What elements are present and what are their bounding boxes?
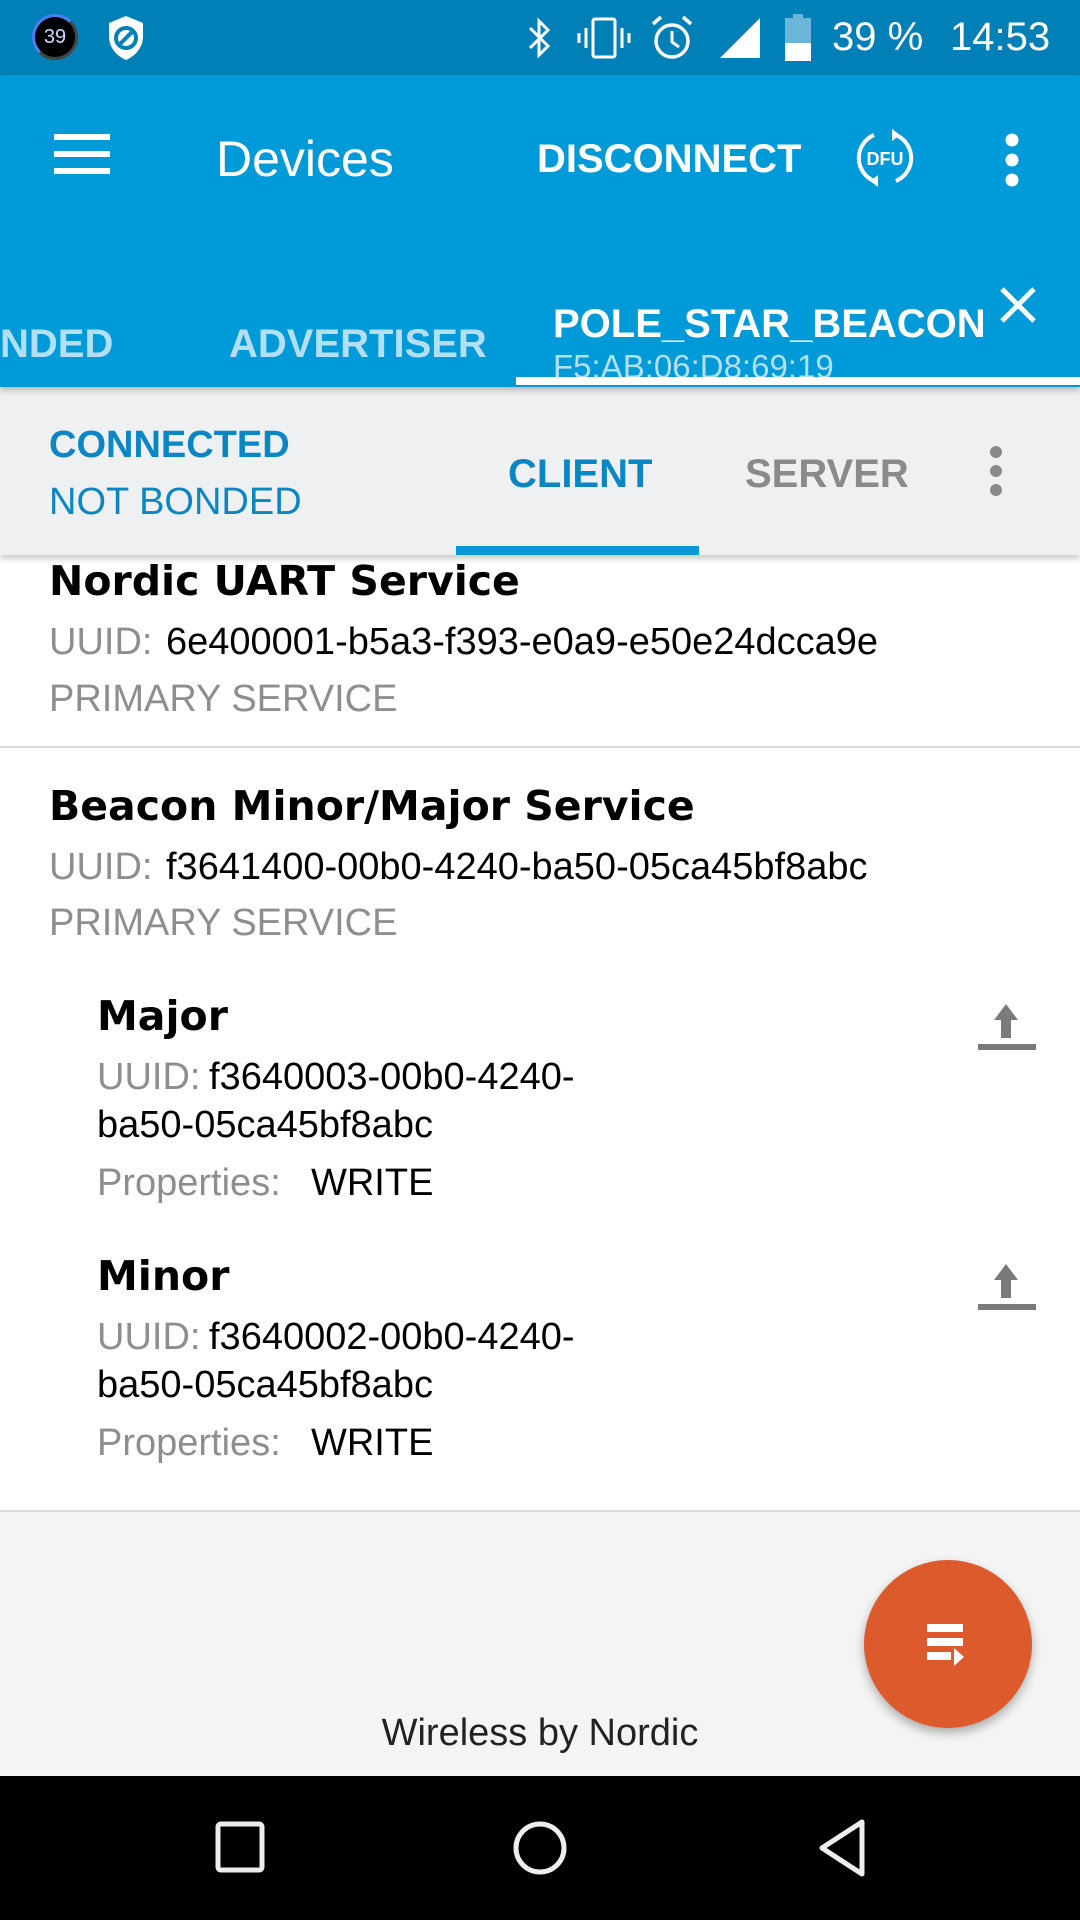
back-button[interactable] bbox=[800, 1806, 880, 1886]
more-vert-icon bbox=[1005, 133, 1019, 187]
service-uuid-label: UUID: bbox=[49, 621, 153, 663]
characteristic-properties: WRITE bbox=[311, 1162, 434, 1204]
write-value-button[interactable] bbox=[968, 1250, 1044, 1326]
characteristic-uuid-continued: ba50-05ca45bf8abc bbox=[97, 1364, 433, 1406]
services-list: Nordic UART Service UUID: 6e400001-b5a3-… bbox=[0, 555, 1080, 1510]
tab-client-label: CLIENT bbox=[508, 452, 653, 496]
connection-status: CONNECTED bbox=[49, 424, 290, 466]
app-bar: Devices DISCONNECT DFU NDED ADVERTISER P… bbox=[0, 75, 1080, 387]
dfu-button[interactable]: DFU bbox=[852, 127, 918, 189]
characteristic-properties-label: Properties: bbox=[97, 1422, 281, 1464]
characteristic-uuid: f3640002-00b0-4240- bbox=[209, 1316, 575, 1358]
vibrate-icon bbox=[577, 17, 631, 59]
selected-tab-indicator bbox=[516, 377, 1080, 385]
alarm-icon bbox=[651, 15, 693, 59]
status-bar: 39 39 % 14:53 bbox=[0, 0, 1080, 75]
service-uuid-label: UUID: bbox=[49, 846, 153, 888]
characteristic-item[interactable]: Major UUID: f3640003-00b0-4240- ba50-05c… bbox=[0, 990, 1080, 1250]
service-type: PRIMARY SERVICE bbox=[49, 678, 398, 720]
playlist-play-icon bbox=[927, 1624, 964, 1666]
recents-button[interactable] bbox=[200, 1806, 280, 1886]
write-value-button[interactable] bbox=[968, 990, 1044, 1066]
navigation-bar bbox=[0, 1776, 1080, 1920]
characteristic-uuid-continued: ba50-05ca45bf8abc bbox=[97, 1104, 433, 1146]
device-tab-advertiser[interactable]: ADVERTISER bbox=[200, 245, 500, 387]
bluetooth-icon bbox=[528, 17, 551, 59]
service-name: Nordic UART Service bbox=[49, 557, 520, 605]
disconnect-button[interactable]: DISCONNECT bbox=[537, 137, 801, 182]
service-uuid: f3641400-00b0-4240-ba50-05ca45bf8abc bbox=[166, 846, 868, 888]
tab-server[interactable]: SERVER bbox=[712, 387, 912, 555]
shield-block-icon bbox=[109, 16, 143, 60]
tab-server-label: SERVER bbox=[745, 452, 909, 496]
service-type: PRIMARY SERVICE bbox=[49, 902, 398, 944]
service-item[interactable]: Nordic UART Service UUID: 6e400001-b5a3-… bbox=[0, 555, 1080, 748]
recents-icon bbox=[215, 1821, 265, 1873]
device-tab-pole-star-beacon[interactable]: POLE_STAR_BEACON F5:AB:06:D8:69:19 bbox=[516, 245, 1080, 387]
service-item[interactable]: Beacon Minor/Major Service UUID: f364140… bbox=[0, 750, 1080, 950]
device-tab-bonded[interactable]: NDED bbox=[0, 245, 140, 387]
service-name: Beacon Minor/Major Service bbox=[49, 782, 695, 830]
battery-percent: 39 % bbox=[832, 15, 924, 59]
characteristic-uuid: f3640003-00b0-4240- bbox=[209, 1056, 575, 1098]
home-button[interactable] bbox=[500, 1806, 580, 1886]
clock: 14:53 bbox=[950, 15, 1051, 59]
notification-badge-icon: 39 bbox=[32, 14, 78, 60]
toolbar-title: Devices bbox=[216, 131, 394, 187]
dfu-icon: DFU bbox=[856, 129, 914, 187]
connection-overflow-button[interactable] bbox=[976, 442, 1016, 502]
connection-header: CONNECTED NOT BONDED CLIENT SERVER bbox=[0, 387, 1080, 555]
characteristic-name: Major bbox=[97, 992, 228, 1040]
device-tab-label: ADVERTISER bbox=[229, 322, 487, 366]
characteristic-uuid-label: UUID: bbox=[97, 1056, 201, 1098]
menu-button[interactable] bbox=[40, 125, 130, 185]
close-icon bbox=[1000, 287, 1036, 323]
characteristic-properties-label: Properties: bbox=[97, 1162, 281, 1204]
home-icon bbox=[513, 1821, 567, 1875]
client-tab-indicator bbox=[456, 546, 699, 555]
back-icon bbox=[819, 1819, 865, 1877]
close-tab-button[interactable] bbox=[978, 265, 1058, 345]
log-fab-button[interactable] bbox=[864, 1560, 1032, 1728]
characteristic-item[interactable]: Minor UUID: f3640002-00b0-4240- ba50-05c… bbox=[0, 1250, 1080, 1510]
tab-client[interactable]: CLIENT bbox=[456, 387, 699, 555]
bond-status: NOT BONDED bbox=[49, 481, 302, 523]
more-vert-icon bbox=[990, 446, 1002, 496]
upload-icon bbox=[978, 1004, 1036, 1050]
characteristic-uuid-label: UUID: bbox=[97, 1316, 201, 1358]
device-tab-label: NDED bbox=[0, 322, 114, 366]
dfu-label: DFU bbox=[867, 149, 904, 169]
device-tab-label: POLE_STAR_BEACON bbox=[553, 302, 986, 346]
signal-icon bbox=[720, 18, 760, 58]
service-uuid: 6e400001-b5a3-f393-e0a9-e50e24dcca9e bbox=[166, 621, 879, 663]
hamburger-menu-icon bbox=[54, 134, 110, 174]
overflow-menu-button[interactable] bbox=[992, 130, 1032, 190]
upload-icon bbox=[978, 1264, 1036, 1310]
characteristic-properties: WRITE bbox=[311, 1422, 434, 1464]
notification-count: 39 bbox=[43, 25, 67, 48]
battery-icon bbox=[785, 14, 811, 61]
characteristic-name: Minor bbox=[97, 1252, 230, 1300]
